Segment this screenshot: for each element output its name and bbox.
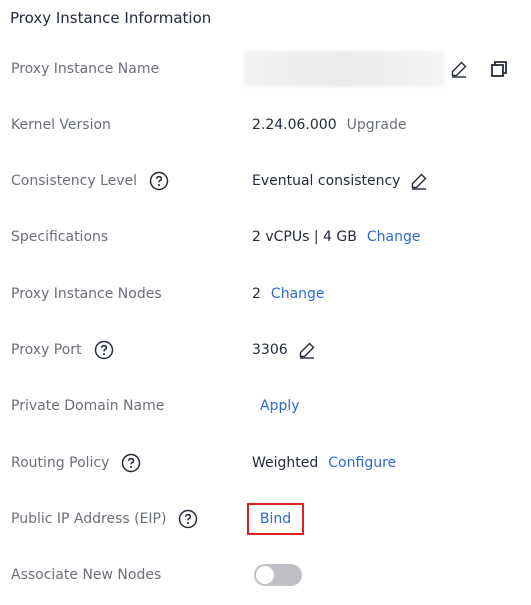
edit-port-icon[interactable]	[298, 341, 316, 359]
row-specifications: Specifications 2 vCPUs | 4 GB Change	[0, 217, 531, 257]
help-icon[interactable]	[121, 453, 141, 473]
change-nodes-link[interactable]: Change	[271, 286, 325, 302]
routing-policy-value: Weighted	[252, 455, 319, 471]
consistency-level-label: Consistency Level	[11, 173, 138, 189]
specifications-label: Specifications	[11, 229, 109, 245]
row-private-domain-name: Private Domain Name Apply	[0, 386, 531, 426]
toggle-knob	[256, 566, 274, 584]
proxy-instance-nodes-label: Proxy Instance Nodes	[11, 286, 162, 302]
edit-name-icon[interactable]	[450, 49, 468, 89]
edit-consistency-icon[interactable]	[410, 172, 428, 190]
proxy-instance-name-label: Proxy Instance Name	[11, 61, 160, 77]
proxy-port-label: Proxy Port	[11, 342, 82, 358]
apply-domain-link[interactable]: Apply	[260, 398, 300, 414]
specifications-value: 2 vCPUs | 4 GB	[252, 229, 357, 245]
bind-eip-link[interactable]: Bind	[260, 511, 291, 527]
row-proxy-instance-name: Proxy Instance Name	[0, 49, 531, 89]
kernel-version-value: 2.24.06.000	[252, 117, 337, 133]
upgrade-action[interactable]: Upgrade	[347, 117, 407, 133]
proxy-instance-name-value-redacted	[244, 51, 444, 87]
associate-new-nodes-label: Associate New Nodes	[11, 567, 162, 583]
public-ip-address-label: Public IP Address (EIP)	[11, 511, 167, 527]
bind-eip-highlight: Bind	[247, 503, 304, 535]
proxy-port-value: 3306	[252, 342, 288, 358]
row-public-ip-address: Public IP Address (EIP) Bind	[0, 499, 531, 539]
copy-icon[interactable]	[489, 49, 509, 89]
row-proxy-instance-nodes: Proxy Instance Nodes 2 Change	[0, 274, 531, 314]
help-icon[interactable]	[149, 171, 169, 191]
routing-policy-label: Routing Policy	[11, 455, 110, 471]
help-icon[interactable]	[178, 509, 198, 529]
change-specifications-link[interactable]: Change	[367, 229, 421, 245]
row-associate-new-nodes: Associate New Nodes	[0, 555, 531, 595]
kernel-version-label: Kernel Version	[11, 117, 111, 133]
row-consistency-level: Consistency Level Eventual consistency	[0, 161, 531, 201]
proxy-instance-nodes-value: 2	[252, 286, 261, 302]
row-kernel-version: Kernel Version 2.24.06.000 Upgrade	[0, 105, 531, 145]
associate-new-nodes-toggle[interactable]	[254, 564, 302, 586]
consistency-level-value: Eventual consistency	[252, 173, 401, 189]
help-icon[interactable]	[94, 340, 114, 360]
row-proxy-port: Proxy Port 3306	[0, 330, 531, 370]
section-title: Proxy Instance Information	[10, 9, 212, 27]
private-domain-name-label: Private Domain Name	[11, 398, 165, 414]
configure-routing-link[interactable]: Configure	[328, 455, 396, 471]
row-routing-policy: Routing Policy Weighted Configure	[0, 443, 531, 483]
